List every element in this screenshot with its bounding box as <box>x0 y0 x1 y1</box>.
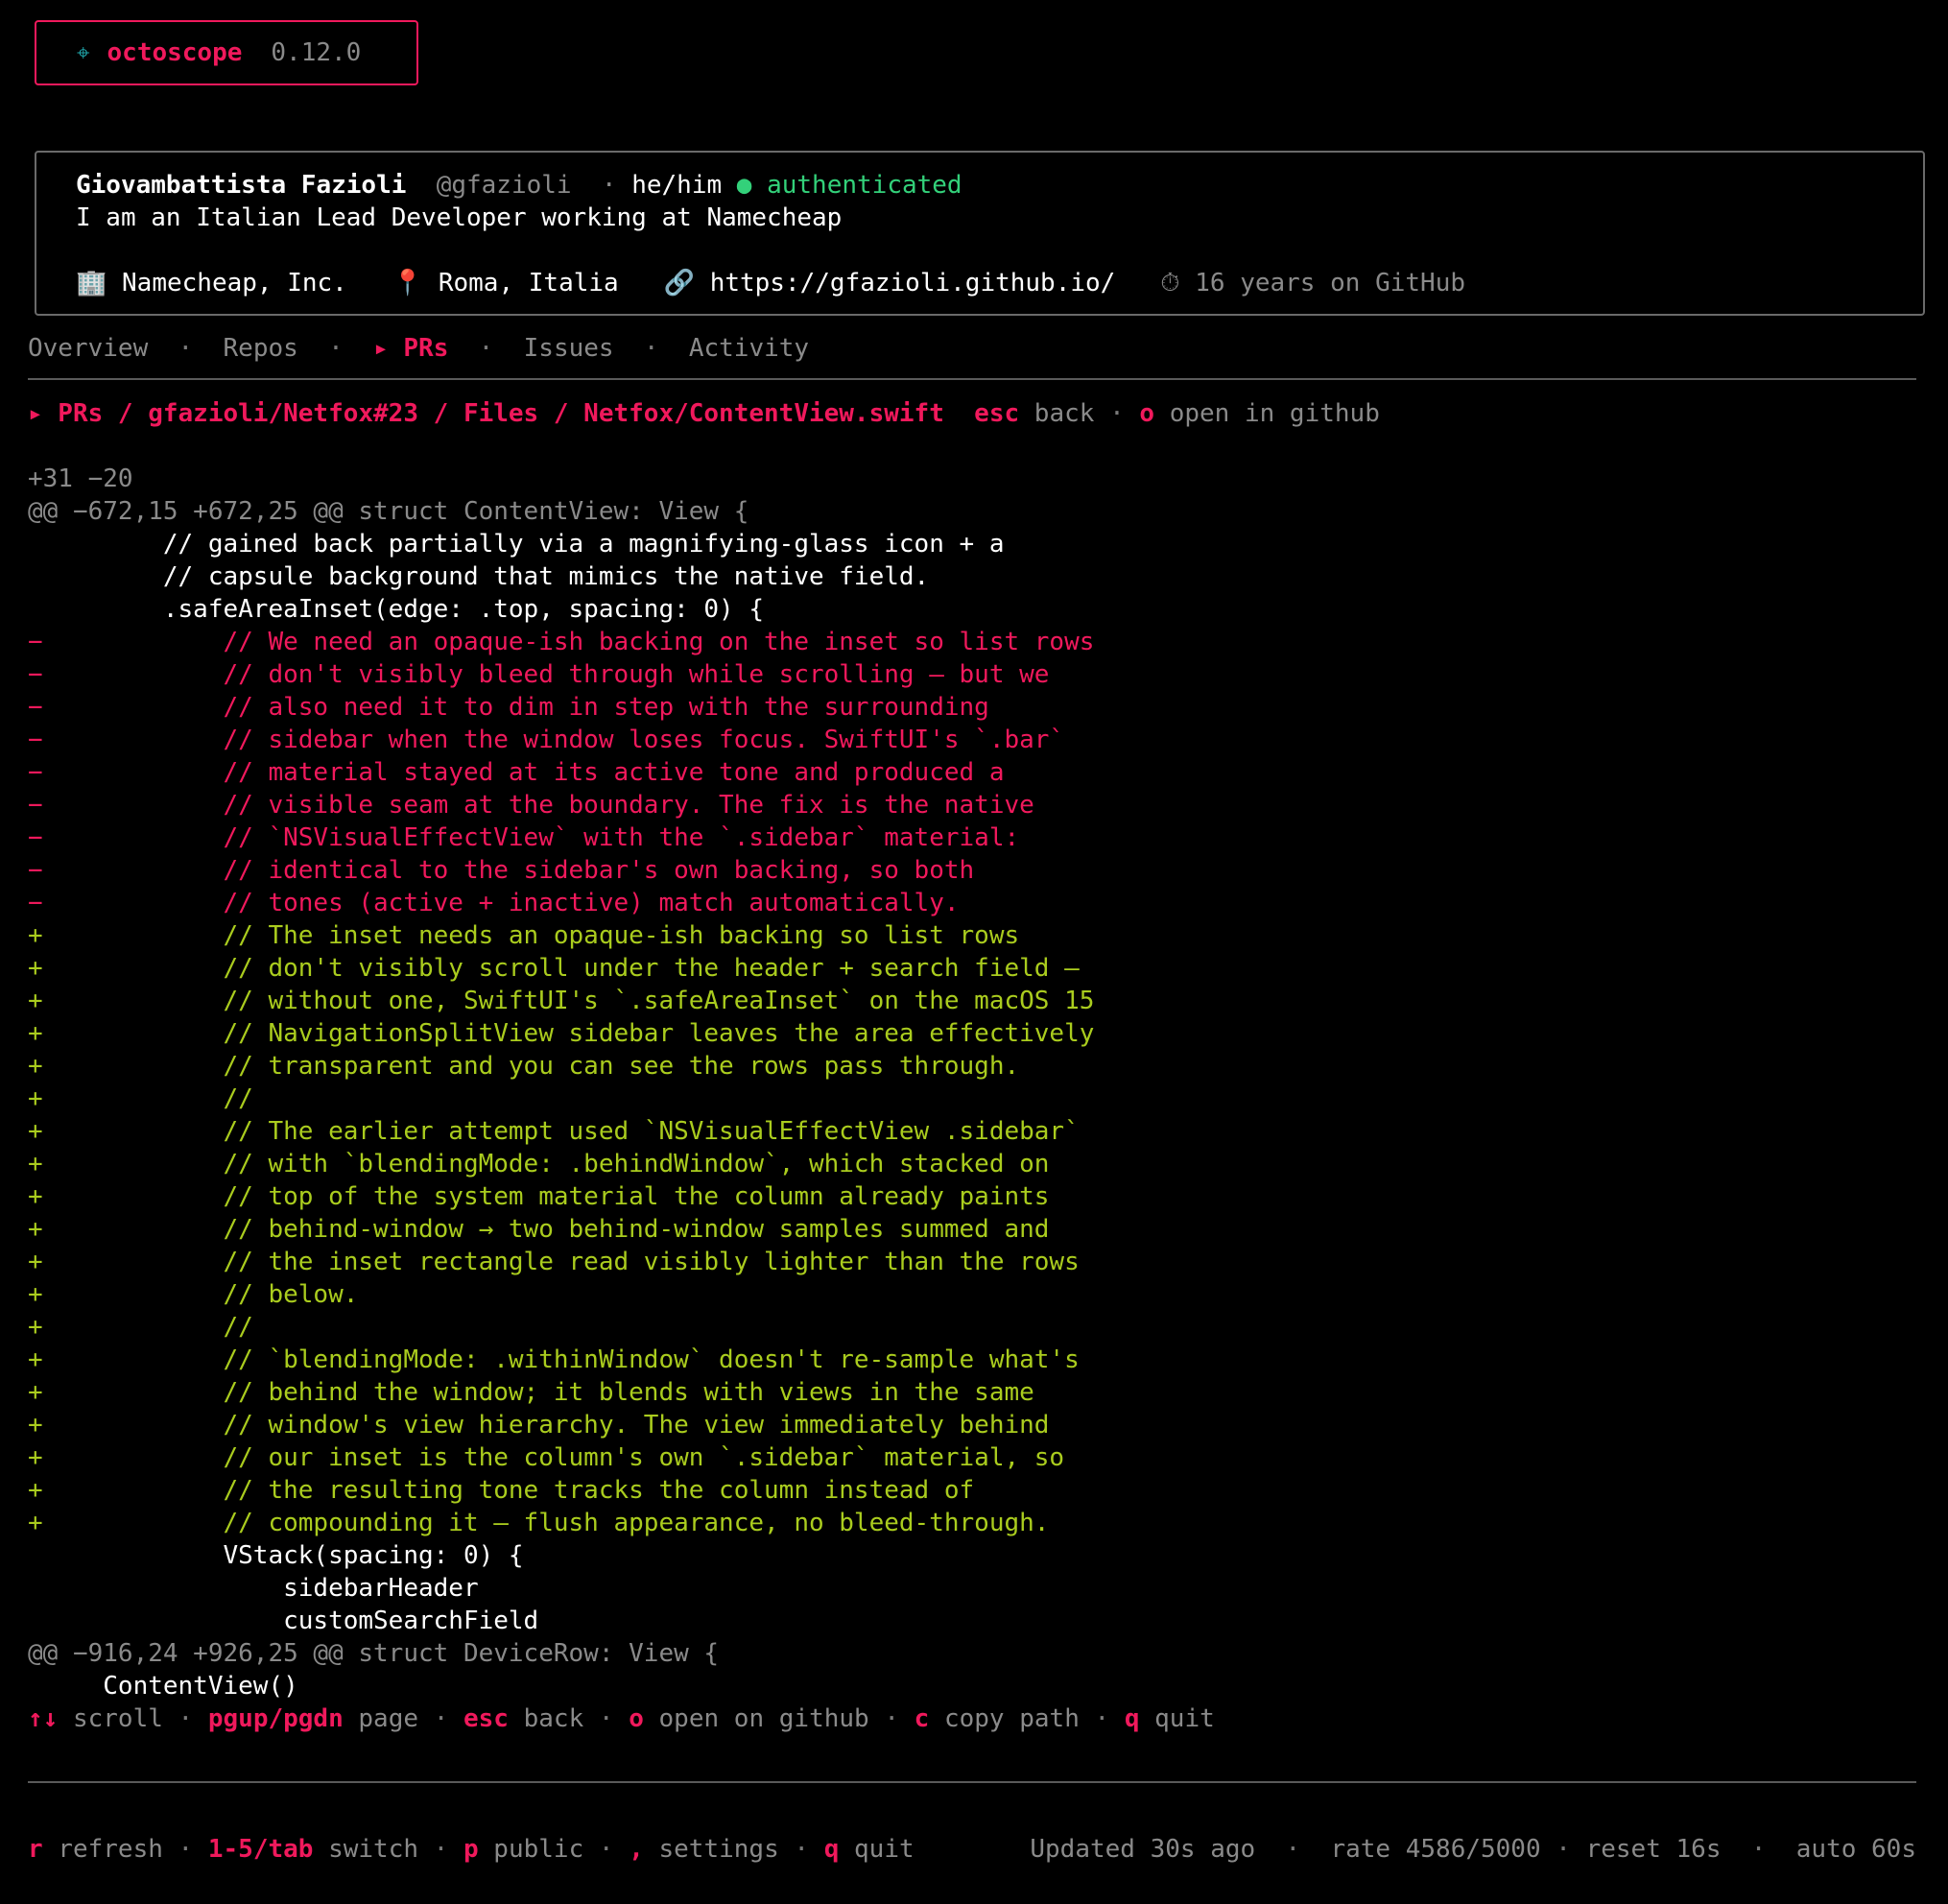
footer-quit-key[interactable]: q <box>824 1835 840 1864</box>
footer-status: Updated 30s ago · rate 4586/5000 · reset… <box>1030 1835 1916 1864</box>
diff-added-line: + // behind-window → two behind-window s… <box>28 1215 1050 1244</box>
diff-removed-line: − // We need an opaque-ish backing on th… <box>28 628 1095 656</box>
profile-meta-line: 🏢 Namecheap, Inc. 📍 Roma, Italia 🔗 https… <box>76 267 1465 299</box>
settings-key[interactable]: , <box>629 1835 644 1864</box>
breadcrumb: ▸ PRs / gfazioli/Netfox#23 / Files / Net… <box>28 399 1380 428</box>
tab-overview[interactable]: Overview <box>28 334 148 363</box>
profile-pronouns: he/him <box>631 171 723 200</box>
clock-icon: ⏱ <box>1160 269 1180 298</box>
rate-reset: reset 16s <box>1585 1835 1722 1864</box>
footer-bar: r refresh · 1-5/tab switch · p public · … <box>28 1835 915 1864</box>
hunk-header: @@ −916,24 +926,25 @@ struct DeviceRow: … <box>28 1639 720 1668</box>
public-key[interactable]: p <box>463 1835 479 1864</box>
profile-location: Roma, Italia <box>438 269 619 298</box>
pin-icon: 📍 <box>392 269 424 298</box>
page-key[interactable]: pgup/pgdn <box>208 1704 344 1733</box>
profile-card: Giovambattista Fazioli @gfazioli · he/hi… <box>35 151 1925 316</box>
scroll-arrows-icon[interactable]: ↑↓ <box>28 1704 58 1733</box>
diff-removed-line: − // visible seam at the boundary. The f… <box>28 791 1034 820</box>
building-icon: 🏢 <box>76 269 107 298</box>
back-label: back <box>1033 399 1095 428</box>
diff-added-line: + // <box>28 1084 253 1113</box>
tab-divider <box>28 378 1916 380</box>
quit-key[interactable]: q <box>1125 1704 1140 1733</box>
diff-removed-line: − // sidebar when the window loses focus… <box>28 726 1065 754</box>
diff-added-line: + // The earlier attempt used `NSVisualE… <box>28 1117 1080 1146</box>
breadcrumb-path: ▸ PRs / gfazioli/Netfox#23 / Files / Net… <box>28 399 944 428</box>
app-version: 0.12.0 <box>271 38 362 67</box>
diff-context-line: sidebarHeader <box>28 1574 479 1603</box>
profile-age: 16 years on GitHub <box>1195 269 1465 298</box>
profile-bio: I am an Italian Lead Developer working a… <box>76 203 843 232</box>
crosshair-icon: ⌖ <box>77 39 90 66</box>
diff-removed-line: − // material stayed at its active tone … <box>28 758 1005 787</box>
footer-divider <box>28 1781 1916 1783</box>
open-key[interactable]: o <box>1139 399 1154 428</box>
diff-added-line: + // compounding it — flush appearance, … <box>28 1509 1050 1537</box>
diff-added-line: + // transparent and you can see the row… <box>28 1052 1020 1081</box>
diff-removed-line: − // also need it to dim in step with th… <box>28 693 989 722</box>
rate-limit: rate 4586/5000 <box>1330 1835 1541 1864</box>
tab-prs[interactable]: ▸ PRs <box>373 334 448 363</box>
tab-issues[interactable]: Issues <box>524 334 614 363</box>
diff-added-line: + // our inset is the column's own `.sid… <box>28 1443 1065 1472</box>
tab-bar: Overview · Repos · ▸ PRs · Issues · Acti… <box>28 334 810 363</box>
refresh-key[interactable]: r <box>28 1835 43 1864</box>
diff-added-line: + // with `blendingMode: .behindWindow`,… <box>28 1150 1050 1178</box>
tab-activity[interactable]: Activity <box>689 334 809 363</box>
diff-added-line: + // the inset rectangle read visibly li… <box>28 1248 1080 1276</box>
help-bar: ↑↓ scroll · pgup/pgdn page · esc back · … <box>28 1704 1215 1733</box>
diff-added-line: + // don't visibly scroll under the head… <box>28 954 1080 983</box>
diff-added-line: + // <box>28 1313 253 1342</box>
profile-company: Namecheap, Inc. <box>122 269 347 298</box>
diff-added-line: + // `blendingMode: .withinWindow` doesn… <box>28 1345 1080 1374</box>
diff-context-line: VStack(spacing: 0) { <box>28 1541 524 1570</box>
diff-added-line: + // behind the window; it blends with v… <box>28 1378 1034 1407</box>
diff-added-line: + // below. <box>28 1280 359 1309</box>
status-dot-icon: ● <box>736 171 752 200</box>
diff-context-line: .safeAreaInset(edge: .top, spacing: 0) { <box>28 595 765 624</box>
app-name: octoscope <box>107 38 243 67</box>
diff-added-line: + // the resulting tone tracks the colum… <box>28 1476 975 1505</box>
esc-key[interactable]: esc <box>463 1704 509 1733</box>
diff-context-line: // gained back partially via a magnifyin… <box>28 530 1005 559</box>
diff-added-line: + // The inset needs an opaque-ish backi… <box>28 921 1020 950</box>
diff-context-line: // capsule background that mimics the na… <box>28 562 930 591</box>
profile-website[interactable]: https://gfazioli.github.io/ <box>710 269 1116 298</box>
auto-refresh: auto 60s <box>1795 1835 1916 1864</box>
profile-handle: @gfazioli <box>436 171 572 200</box>
switch-key[interactable]: 1-5/tab <box>208 1835 314 1864</box>
auth-status: authenticated <box>767 171 962 200</box>
updated-status: Updated 30s ago <box>1030 1835 1256 1864</box>
diff-added-line: + // window's view hierarchy. The view i… <box>28 1411 1050 1440</box>
open-label: open in github <box>1169 399 1380 428</box>
link-icon: 🔗 <box>663 269 696 298</box>
tab-repos[interactable]: Repos <box>224 334 298 363</box>
copy-path-key[interactable]: c <box>915 1704 930 1733</box>
profile-name: Giovambattista Fazioli <box>76 171 407 200</box>
diff-removed-line: − // identical to the sidebar's own back… <box>28 856 975 885</box>
diff-added-line: + // NavigationSplitView sidebar leaves … <box>28 1019 1095 1048</box>
diff-removed-line: − // tones (active + inactive) match aut… <box>28 889 960 917</box>
hunk-header: @@ −672,15 +672,25 @@ struct ContentView… <box>28 497 749 526</box>
open-github-key[interactable]: o <box>629 1704 644 1733</box>
diff-removed-line: − // don't visibly bleed through while s… <box>28 660 1050 689</box>
diff-stats: +31 −20 <box>28 464 133 493</box>
diff-added-line: + // top of the system material the colu… <box>28 1182 1050 1211</box>
diff-context-line: ContentView() <box>28 1672 298 1701</box>
diff-removed-line: − // `NSVisualEffectView` with the `.sid… <box>28 823 1020 852</box>
profile-separator: · <box>601 171 617 200</box>
profile-header-line: Giovambattista Fazioli @gfazioli · he/hi… <box>76 169 962 202</box>
diff-context-line: customSearchField <box>28 1606 539 1635</box>
diff-added-line: + // without one, SwiftUI's `.safeAreaIn… <box>28 987 1095 1015</box>
brand-header: ⌖ octoscope 0.12.0 <box>35 20 418 85</box>
back-key[interactable]: esc <box>974 399 1019 428</box>
